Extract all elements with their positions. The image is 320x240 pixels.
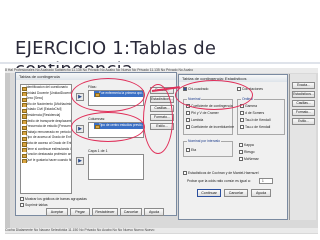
suppress-tables-checkbox[interactable]: Suprimir tablas <box>20 203 48 208</box>
kendall-tau-b-checkbox[interactable]: Tau-b de Kendall <box>240 118 271 123</box>
kendall-tau-c-checkbox[interactable]: Tau-c de Kendall <box>240 125 271 130</box>
checkbox-box[interactable] <box>20 197 24 202</box>
move-to-layer-arrow-icon[interactable]: ▶ <box>76 157 84 165</box>
suppress-tables-label: Suprimir tablas <box>25 203 48 207</box>
checkbox-box[interactable] <box>186 111 190 116</box>
stats-cancel-button[interactable]: Cancelar <box>224 189 248 197</box>
columns-highlight-oval <box>71 112 145 142</box>
cancel-button[interactable]: Cancelar <box>120 208 142 216</box>
continue-button[interactable]: Continuar <box>197 189 221 197</box>
ok-button[interactable]: Aceptar <box>46 208 68 216</box>
checkbox-label: Phi y V de Cramer <box>191 111 219 115</box>
checkbox-box[interactable] <box>183 171 187 176</box>
checkbox-label: Tau-c de Kendall <box>245 125 271 129</box>
spss-screenshot: 8 Hal Profesionales No Acabado Satisfech… <box>5 68 318 234</box>
clustered-bar-label: Mostrar los gráficos de barras agrupadas <box>25 197 87 201</box>
odds-ratio-input[interactable]: 1 <box>259 178 273 184</box>
checkbox-label: Tau-b de Kendall <box>245 118 271 122</box>
uncertainty-coefficient-checkbox[interactable]: Coeficiente de incertidumbre <box>186 125 235 130</box>
interval-group-label: Nominal por intervalo <box>187 139 222 143</box>
layer-field[interactable] <box>88 154 144 180</box>
right-button-panel: Exacta... Estadísticos... Casillas... Fo… <box>289 74 316 220</box>
buttons-highlight-oval <box>143 84 173 154</box>
stats-help-button[interactable]: Ayuda <box>251 189 271 197</box>
checkbox-box[interactable] <box>20 203 24 208</box>
checkbox-label: Kappa <box>244 143 254 147</box>
checkbox-label: Riesgo <box>244 150 255 154</box>
checkbox-box[interactable] <box>240 111 244 116</box>
kappa-checkbox[interactable]: Kappa <box>239 143 254 148</box>
interval-group: Nominal por intervalo Eta <box>183 139 233 157</box>
checkbox-box[interactable] <box>240 125 244 130</box>
layer-label: Capa 1 de 1 <box>88 149 108 153</box>
data-grid-bottom-row: Cocha Dialamente No Nacasr Selectivida 1… <box>5 228 318 233</box>
checkbox-label: Lambda <box>191 118 204 122</box>
variable-item[interactable]: Qué le gustaría hacer cuando finali... <box>21 158 71 164</box>
somers-d-checkbox[interactable]: d de Somers <box>240 111 265 116</box>
checkbox-box[interactable] <box>186 125 190 130</box>
title-divider <box>0 62 320 64</box>
checkbox-box[interactable] <box>239 157 243 162</box>
mcnemar-checkbox[interactable]: McNemar <box>239 157 259 162</box>
checkbox-box[interactable] <box>186 118 190 123</box>
checkbox-label: Gamma <box>245 104 258 108</box>
lambda-checkbox[interactable]: Lambda <box>186 118 204 123</box>
checkbox-box[interactable] <box>186 148 190 153</box>
checkbox-label: Coeficiente de incertidumbre <box>191 125 235 129</box>
risk-checkbox[interactable]: Riesgo <box>239 150 255 155</box>
cmh-label: Estadísticos de Cochran y de Mantel-Haen… <box>188 171 259 175</box>
clustered-bar-checkbox[interactable]: Mostrar los gráficos de barras agrupadas <box>20 197 87 202</box>
checkbox-box[interactable] <box>239 150 243 155</box>
reset-button[interactable]: Restablecer <box>92 208 118 216</box>
right-format-button[interactable]: Formato... <box>292 109 315 116</box>
checkbox-box[interactable] <box>239 143 243 148</box>
slide: EJERCICIO 1:Tablas de contingencia 8 Hal… <box>0 0 320 240</box>
help-button[interactable]: Ayuda <box>144 208 164 216</box>
cmh-checkbox[interactable]: Estadísticos de Cochran y de Mantel-Haen… <box>183 171 259 176</box>
odds-ratio-label: Probar que la odds ratio común es igual … <box>187 179 251 183</box>
right-cells-button[interactable]: Casillas... <box>292 100 315 107</box>
right-style-button[interactable]: Estilo... <box>292 118 315 125</box>
right-exact-button[interactable]: Exacta... <box>292 82 315 89</box>
checkbox-label: d de Somers <box>245 111 265 115</box>
chi-square-highlight-oval <box>175 80 253 110</box>
checkbox-box[interactable] <box>240 118 244 123</box>
right-statistics-button[interactable]: Estadísticos... <box>292 91 315 98</box>
rows-highlight-oval <box>71 78 145 112</box>
row-header-column <box>5 73 10 228</box>
eta-checkbox[interactable]: Eta <box>186 148 197 153</box>
checkbox-label: Eta <box>191 148 197 152</box>
paste-button[interactable]: Pegar <box>70 208 90 216</box>
phi-cramer-checkbox[interactable]: Phi y V de Cramer <box>186 111 219 116</box>
checkbox-label: McNemar <box>244 157 259 161</box>
variable-list[interactable]: Identificacion del cuestionario Unidad D… <box>20 84 72 194</box>
